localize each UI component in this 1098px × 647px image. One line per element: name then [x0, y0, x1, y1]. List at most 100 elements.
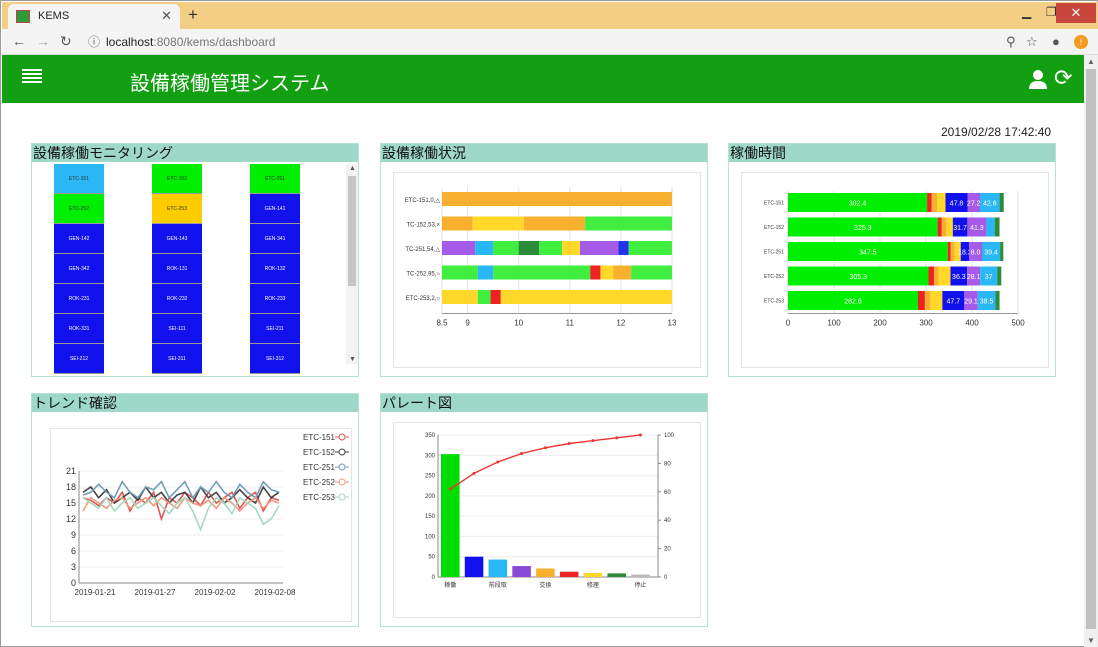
equipment-tile[interactable]: SEI-211 [250, 314, 300, 344]
profile-icon[interactable]: ● [1052, 34, 1060, 49]
y-tick-label: 200 [425, 494, 436, 500]
hours-segment [924, 291, 931, 310]
data-label: 282.6 [844, 299, 862, 306]
bookmark-star-icon[interactable]: ☆ [1026, 34, 1038, 50]
reload-icon[interactable]: ↻ [60, 33, 72, 50]
data-label: 39.4 [984, 250, 998, 257]
status-segment [442, 241, 476, 255]
page-scrollbar[interactable]: ▲ ▼ [1084, 55, 1098, 647]
status-segment [442, 216, 473, 231]
data-label: 29.1 [964, 299, 978, 306]
status-panel-title: 設備稼働状況 [381, 144, 707, 162]
x-tick-label: 300 [919, 319, 933, 328]
x-tick-label: 8.5 [436, 319, 448, 328]
hours-segment [995, 291, 1000, 310]
equipment-tile[interactable]: GEN-141 [250, 194, 300, 224]
menu-icon[interactable] [22, 69, 42, 87]
pareto-bar [512, 566, 531, 577]
equipment-tile[interactable]: ROK-131 [152, 254, 202, 284]
hours-segment [928, 266, 934, 286]
extension-icon[interactable]: ! [1074, 35, 1088, 49]
back-icon[interactable]: ← [12, 33, 26, 49]
equipment-tile[interactable]: GEN-341 [250, 224, 300, 254]
data-label: 8.0 [971, 250, 981, 257]
equipment-tile[interactable]: ROK-232 [152, 284, 202, 314]
monitor-scroll-thumb[interactable] [348, 176, 356, 286]
equipment-tile[interactable]: ETC-252 [54, 194, 104, 224]
cumulative-line [449, 434, 641, 490]
row-label: TC-252,95,○ [406, 272, 440, 278]
scroll-down-icon[interactable]: ▼ [349, 356, 356, 363]
equipment-tile[interactable]: ROK-233 [250, 284, 300, 314]
legend-label: ETC-251 [303, 463, 336, 472]
y-tick-label: 0 [71, 578, 76, 588]
minimize-button[interactable]: ▁ [1022, 5, 1031, 19]
scrollbar-thumb[interactable] [1086, 69, 1096, 629]
status-segment [562, 241, 580, 255]
status-chart-frame: 8.5 9 10 11 12 13 ETC-151,0,△ TC-152,53,× TC-251… [393, 172, 701, 368]
status-segment [600, 265, 614, 280]
equipment-tile[interactable]: GEN-142 [54, 224, 104, 254]
equipment-tile[interactable]: SEI-111 [152, 314, 202, 344]
forward-icon[interactable]: → [36, 33, 50, 49]
equipment-tile[interactable]: GEN-143 [152, 224, 202, 254]
data-label: 347.5 [859, 250, 877, 257]
browser-tab[interactable]: KEMS ✕ [8, 4, 180, 29]
row-label: TC-251,54,△ [405, 247, 440, 253]
user-icon[interactable] [1028, 69, 1048, 89]
scroll-up-icon[interactable]: ▲ [349, 165, 356, 172]
equipment-tile[interactable]: SEI-312 [250, 344, 300, 374]
app-header: 設備稼働管理システム ⟳ [2, 55, 1084, 103]
hours-segment [938, 266, 951, 286]
x-tick-label: 2019-02-08 [255, 588, 296, 597]
pareto-bar [631, 574, 650, 577]
window-close-button[interactable]: ✕ [1056, 3, 1096, 23]
pareto-chart: 0 50 100 150 200 250 300 350 0 20 40 60 80 100 稼働 前段取 交換… [425, 433, 675, 589]
equipment-tile[interactable]: ROK-132 [250, 254, 300, 284]
status-segment [523, 216, 586, 231]
equipment-tile[interactable]: ROK-331 [54, 314, 104, 344]
legend-label: ETC-253 [303, 493, 336, 502]
new-tab-button[interactable]: + [188, 5, 198, 25]
status-segment [493, 265, 591, 280]
monitor-scrollbar[interactable]: ▲ ▼ [346, 164, 358, 364]
hours-segment [941, 217, 947, 237]
series-line [82, 480, 280, 500]
y2-tick-label: 0 [664, 575, 668, 581]
equipment-tile[interactable]: ETC-251 [250, 164, 300, 194]
data-label: 47.8 [950, 201, 964, 208]
data-label: 325.3 [854, 225, 872, 232]
y-tick-label: 3 [71, 562, 76, 572]
hours-segment [933, 266, 939, 286]
status-timeline-chart: 8.5 9 10 11 12 13 ETC-151,0,△ TC-152,53,× TC-251… [405, 187, 677, 328]
close-tab-icon[interactable]: ✕ [161, 8, 172, 24]
x-tick-label: 交換 [539, 581, 551, 589]
info-icon[interactable]: ⓘ [88, 33, 100, 50]
refresh-icon[interactable]: ⟳ [1054, 65, 1072, 91]
data-label: 42.6 [983, 201, 997, 208]
zoom-icon[interactable]: ⚲ [1006, 34, 1016, 50]
equipment-tile[interactable]: SEI-212 [54, 344, 104, 374]
status-segment [477, 290, 491, 304]
scroll-up-icon[interactable]: ▲ [1087, 57, 1095, 66]
equipment-tile[interactable]: GEN-342 [54, 254, 104, 284]
x-tick-label: 500 [1011, 319, 1025, 328]
hours-segment [930, 291, 943, 310]
x-tick-label: 前段取 [489, 581, 507, 589]
data-label: 38.5 [980, 299, 994, 306]
hours-segment [917, 291, 925, 310]
equipment-tile[interactable]: ETC-151 [54, 164, 104, 194]
favicon-icon [16, 10, 30, 23]
address-bar[interactable]: ⓘ localhost:8080/kems/dashboard [86, 32, 1016, 52]
equipment-tile[interactable]: ROK-231 [54, 284, 104, 314]
row-label: ETC-152 [764, 225, 784, 231]
scroll-down-icon[interactable]: ▼ [1087, 636, 1095, 645]
status-segment [539, 241, 563, 255]
trend-panel: トレンド確認 0 3 6 9 12 15 18 21 2019-01-21 2019-01-27 2… [31, 393, 359, 627]
equipment-tile[interactable]: ETC-253 [152, 194, 202, 224]
equipment-tile[interactable]: ETC-152 [152, 164, 202, 194]
hours-segment [946, 217, 953, 237]
legend-label: ETC-252 [303, 478, 336, 487]
row-label: ETC-253 [764, 299, 784, 305]
equipment-tile[interactable]: SEI-311 [152, 344, 202, 374]
